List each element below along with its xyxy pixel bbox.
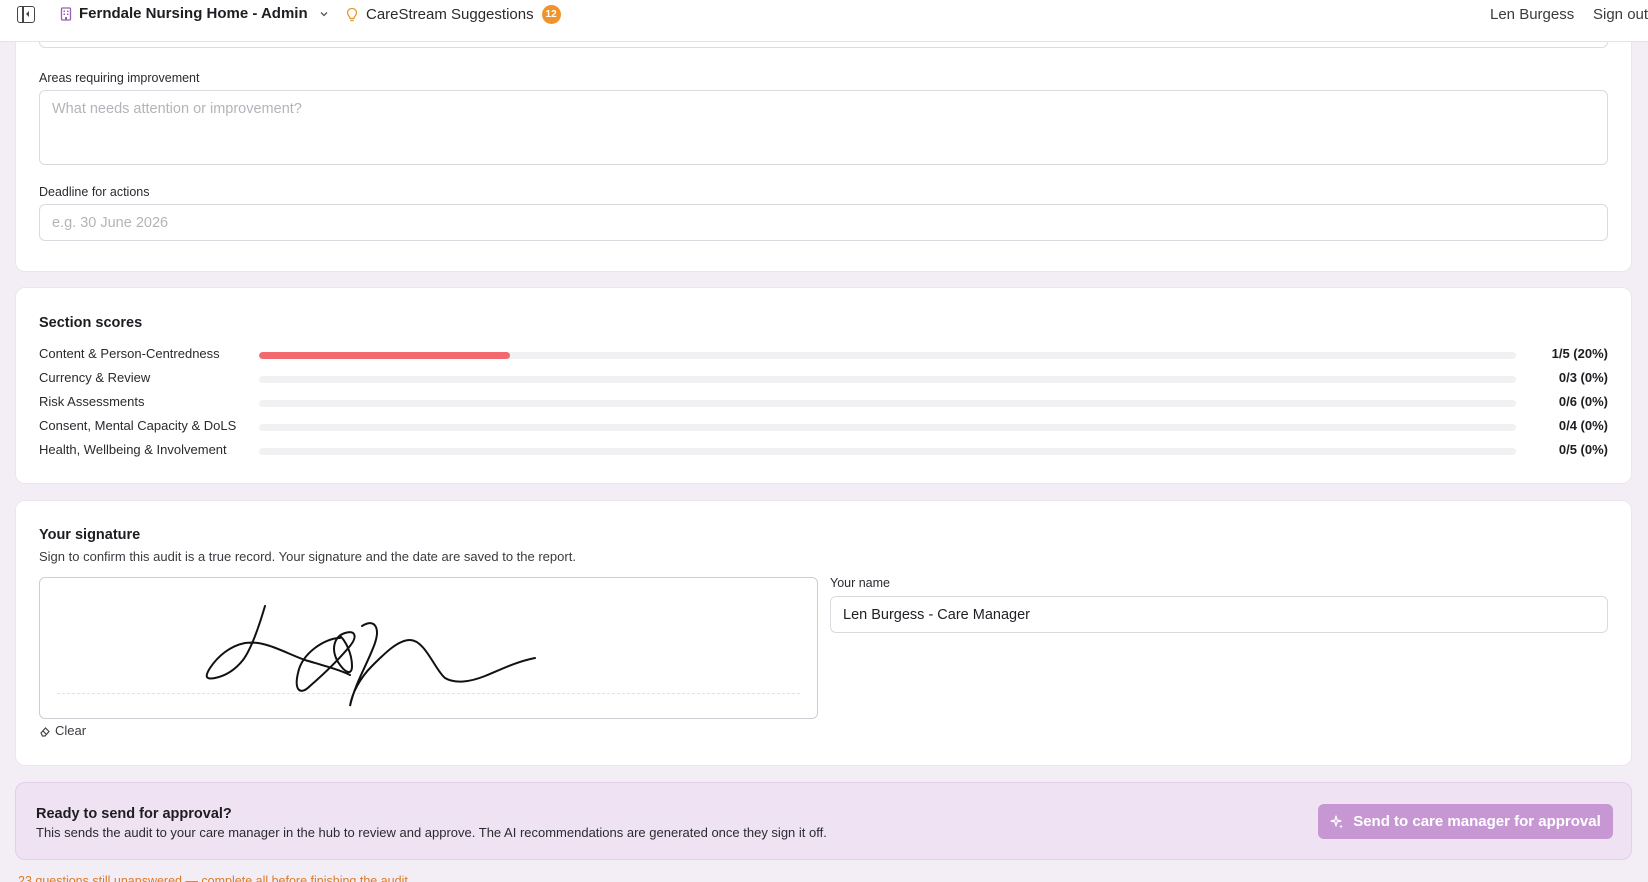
section-scores-title: Section scores — [39, 315, 143, 331]
score-row: Currency & Review 0/3 (0%) — [39, 368, 1608, 388]
score-bar — [259, 448, 1516, 455]
unanswered-warning: 23 questions still unanswered — complete… — [18, 874, 412, 882]
score-value: 0/5 (0%) — [1558, 442, 1608, 457]
score-row: Content & Person-Centredness 1/5 (20%) — [39, 344, 1608, 364]
actions-card: Areas requiring improvement Deadline for… — [15, 20, 1632, 272]
improvement-textarea[interactable] — [39, 90, 1608, 165]
suggestions-link[interactable]: CareStream Suggestions 12 — [346, 5, 561, 24]
signout-link[interactable]: Sign out — [1593, 6, 1648, 23]
score-bar — [259, 424, 1516, 431]
signature-description: Sign to confirm this audit is a true rec… — [39, 549, 576, 564]
approval-banner: Ready to send for approval? This sends t… — [15, 782, 1632, 860]
user-name[interactable]: Len Burgess — [1490, 6, 1574, 23]
deadline-input[interactable] — [39, 204, 1608, 241]
clear-label: Clear — [55, 723, 87, 738]
score-value: 1/5 (20%) — [1551, 346, 1608, 361]
approval-title: Ready to send for approval? — [36, 806, 232, 822]
eraser-icon — [40, 726, 50, 737]
send-for-approval-button[interactable]: Send to care manager for approval — [1318, 804, 1613, 839]
score-label: Health, Wellbeing & Involvement — [39, 442, 227, 457]
name-label: Your name — [830, 576, 890, 590]
top-bar: Ferndale Nursing Home - Admin CareStream… — [0, 0, 1648, 42]
name-input[interactable] — [830, 596, 1608, 633]
score-label: Currency & Review — [39, 370, 151, 385]
score-value: 0/4 (0%) — [1558, 418, 1608, 433]
score-bar — [259, 352, 1516, 359]
suggestions-label: CareStream Suggestions — [366, 6, 534, 23]
signature-pad[interactable] — [39, 577, 818, 719]
approval-description: This sends the audit to your care manage… — [36, 825, 827, 840]
suggestions-count-badge: 12 — [541, 5, 561, 24]
chevron-down-icon — [320, 11, 328, 16]
score-row: Health, Wellbeing & Involvement 0/5 (0%) — [39, 440, 1608, 460]
score-value: 0/6 (0%) — [1558, 394, 1608, 409]
send-button-label: Send to care manager for approval — [1353, 813, 1601, 830]
score-label: Consent, Mental Capacity & DoLS — [39, 418, 237, 433]
org-switcher[interactable]: Ferndale Nursing Home - Admin — [60, 5, 329, 22]
signature-drawing — [205, 605, 536, 707]
score-fill — [259, 352, 511, 359]
improvement-label: Areas requiring improvement — [39, 71, 200, 85]
deadline-label: Deadline for actions — [39, 185, 150, 199]
sparkle-icon — [1330, 814, 1344, 828]
score-label: Risk Assessments — [39, 394, 145, 409]
signature-card: Your signature Sign to confirm this audi… — [15, 500, 1632, 766]
score-bar — [259, 400, 1516, 407]
score-row: Consent, Mental Capacity & DoLS 0/4 (0%) — [39, 416, 1608, 436]
score-label: Content & Person-Centredness — [39, 346, 220, 361]
lightbulb-icon — [346, 7, 358, 21]
score-row: Risk Assessments 0/6 (0%) — [39, 392, 1608, 412]
score-bar — [259, 376, 1516, 383]
clear-signature-button[interactable]: Clear — [39, 723, 86, 738]
sidebar-toggle-icon[interactable] — [17, 6, 35, 23]
score-value: 0/3 (0%) — [1558, 370, 1608, 385]
building-icon — [60, 6, 72, 21]
signature-title: Your signature — [39, 527, 141, 543]
org-name: Ferndale Nursing Home - Admin — [79, 5, 308, 22]
section-scores-card: Section scores Content & Person-Centredn… — [15, 287, 1632, 484]
